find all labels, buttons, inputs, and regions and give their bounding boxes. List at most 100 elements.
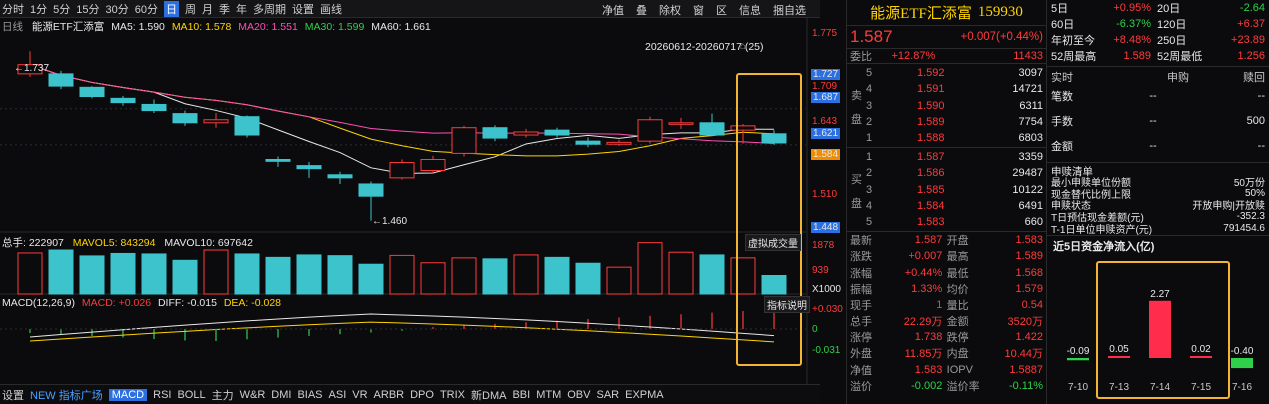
subscription-header: 实时 申购 赎回 bbox=[1047, 67, 1269, 84]
stat-value: 1.583 bbox=[1015, 234, 1043, 247]
tab-arbr[interactable]: ARBR bbox=[374, 389, 405, 401]
highlight-box bbox=[736, 73, 802, 366]
level-volume: 10122 bbox=[1012, 183, 1043, 196]
indicator-help-button[interactable]: 指标说明 bbox=[764, 296, 810, 313]
price-row: 1.587 +0.007(+0.44%) bbox=[847, 26, 1046, 48]
price-tick: 1.709 bbox=[812, 81, 838, 92]
buy-level[interactable]: 4 1.584 6491 bbox=[850, 198, 1043, 214]
volume-bars bbox=[17, 242, 787, 295]
stat-value: 1.5887 bbox=[1009, 363, 1043, 376]
list-value: -352.3 bbox=[1236, 211, 1265, 223]
current-price-tag: 1.584 bbox=[811, 149, 841, 160]
stat-value: +0.44% bbox=[904, 266, 943, 279]
perf-label: 52周最低 bbox=[1157, 51, 1203, 63]
tab-vr[interactable]: VR bbox=[352, 389, 367, 401]
flow-value-label: 0.05 bbox=[1109, 344, 1129, 355]
flow-bar bbox=[1231, 358, 1253, 369]
buy-level[interactable]: 1 1.587 3359 bbox=[850, 149, 1043, 165]
list-label: T-1日单位申赎资产(元) bbox=[1051, 224, 1153, 236]
weibi-label: 委比 bbox=[850, 51, 872, 64]
performance-table: 5日 +0.95% 20日 -2.64 60日 -6.37% 120日 +6.37 年初至今 +8… bbox=[1047, 0, 1269, 64]
tab-expma[interactable]: EXPMA bbox=[625, 389, 664, 401]
volume-tick: 1878 bbox=[812, 240, 835, 251]
flow-value-label: 0.02 bbox=[1191, 344, 1211, 355]
indicator-settings[interactable]: 设置 bbox=[2, 387, 24, 403]
tab-zhuli[interactable]: 主力 bbox=[212, 387, 234, 403]
virtual-volume-button[interactable]: 虚拟成交量 bbox=[745, 234, 801, 251]
stat-row: 溢价 -0.002 溢价率 -0.11% bbox=[850, 378, 1043, 394]
sell-levels: 5 1.592 3097 4 1.591 14721 3 1.590 6311 2 1.589 775… bbox=[850, 65, 1043, 146]
sell-level[interactable]: 2 1.589 7754 bbox=[850, 114, 1043, 130]
level-index: 1 bbox=[866, 132, 873, 145]
stat-value: 3520万 bbox=[1007, 316, 1043, 329]
stat-value: -0.11% bbox=[1008, 379, 1043, 392]
quote-header: 能源ETF汇添富 159930 bbox=[847, 0, 1046, 26]
list-row: T-1日单位申赎资产(元) 791454.6 bbox=[1051, 222, 1265, 236]
sub-value: 500 bbox=[1246, 114, 1265, 127]
perf-row: 52周最高 1.589 52周最低 1.256 bbox=[1051, 48, 1265, 64]
volume-bar bbox=[699, 254, 725, 295]
perf-value: +6.37 bbox=[1237, 18, 1265, 30]
macd-bars bbox=[0, 309, 806, 343]
sub-value: -- bbox=[1257, 89, 1265, 102]
tab-sar[interactable]: SAR bbox=[596, 389, 619, 401]
volume-bar bbox=[234, 253, 260, 295]
sell-level[interactable]: 5 1.592 3097 bbox=[850, 65, 1043, 81]
level-price: 1.590 bbox=[916, 99, 945, 112]
stat-value: 1.583 bbox=[914, 363, 943, 376]
stat-value: +0.007 bbox=[908, 250, 943, 263]
volume-bar bbox=[606, 266, 632, 295]
flow-date-label: 7-16 bbox=[1232, 382, 1252, 393]
candle bbox=[203, 113, 229, 128]
stat-value: 1.422 bbox=[1015, 331, 1043, 344]
volume-bar bbox=[296, 254, 322, 295]
candle bbox=[358, 181, 384, 221]
perf-label: 5日 bbox=[1051, 3, 1069, 15]
perf-row: 年初至今 +8.48% 250日 +23.89 bbox=[1051, 32, 1265, 48]
stat-value: 11.85万 bbox=[904, 348, 943, 361]
side-panel: 5日 +0.95% 20日 -2.64 60日 -6.37% 120日 +6.37 年初至今 +8… bbox=[1046, 0, 1269, 404]
tab-trix[interactable]: TRIX bbox=[440, 389, 465, 401]
tab-mtm[interactable]: MTM bbox=[536, 389, 561, 401]
stat-row: 涨跌 +0.007 最高 1.589 bbox=[850, 248, 1043, 264]
stat-value: -0.002 bbox=[911, 379, 943, 392]
indicator-tabs: 设置 NEW 指标广场 MACD RSI BOLL 主力 W&R DMI BIA… bbox=[0, 384, 820, 404]
quote-name: 能源ETF汇添富 bbox=[870, 6, 972, 22]
indicator-square[interactable]: NEW 指标广场 bbox=[30, 387, 103, 403]
tab-wr[interactable]: W&R bbox=[240, 389, 266, 401]
sell-level[interactable]: 3 1.590 6311 bbox=[850, 98, 1043, 114]
stat-label: 溢价率 bbox=[946, 380, 980, 393]
candle bbox=[637, 116, 663, 144]
tab-dmi[interactable]: DMI bbox=[271, 389, 291, 401]
perf-label: 250日 bbox=[1157, 35, 1187, 47]
volume-bar bbox=[761, 274, 787, 295]
stat-label: 净值 bbox=[850, 364, 872, 377]
candle bbox=[389, 159, 415, 180]
tab-bbi[interactable]: BBI bbox=[512, 389, 530, 401]
buy-level[interactable]: 2 1.586 29487 bbox=[850, 165, 1043, 181]
candle bbox=[513, 128, 539, 138]
buy-level[interactable]: 5 1.583 660 bbox=[850, 214, 1043, 230]
perf-value: -2.64 bbox=[1239, 2, 1265, 14]
level-volume: 6491 bbox=[1018, 199, 1043, 212]
tab-rsi[interactable]: RSI bbox=[153, 389, 171, 401]
tab-dpo[interactable]: DPO bbox=[410, 389, 434, 401]
candle bbox=[668, 117, 694, 129]
volume-bar bbox=[172, 259, 198, 295]
tab-boll[interactable]: BOLL bbox=[177, 389, 205, 401]
level-price: 1.592 bbox=[916, 67, 945, 80]
sell-level[interactable]: 1 1.588 6803 bbox=[850, 130, 1043, 146]
tab-macd[interactable]: MACD bbox=[108, 388, 148, 401]
tab-obv[interactable]: OBV bbox=[567, 389, 590, 401]
low-marker: ←1.460 bbox=[372, 216, 408, 227]
tab-new-dma[interactable]: 新DMA bbox=[471, 387, 506, 403]
buy-level[interactable]: 3 1.585 10122 bbox=[850, 182, 1043, 198]
volume-bar bbox=[420, 262, 446, 295]
stat-label: 溢价 bbox=[850, 380, 872, 393]
flow-date-label: 7-10 bbox=[1068, 382, 1088, 393]
stat-label: 涨停 bbox=[850, 332, 872, 345]
price-tick: 1.775 bbox=[812, 28, 838, 39]
sell-level[interactable]: 4 1.591 14721 bbox=[850, 81, 1043, 97]
tab-bias[interactable]: BIAS bbox=[297, 389, 322, 401]
tab-asi[interactable]: ASI bbox=[329, 389, 347, 401]
